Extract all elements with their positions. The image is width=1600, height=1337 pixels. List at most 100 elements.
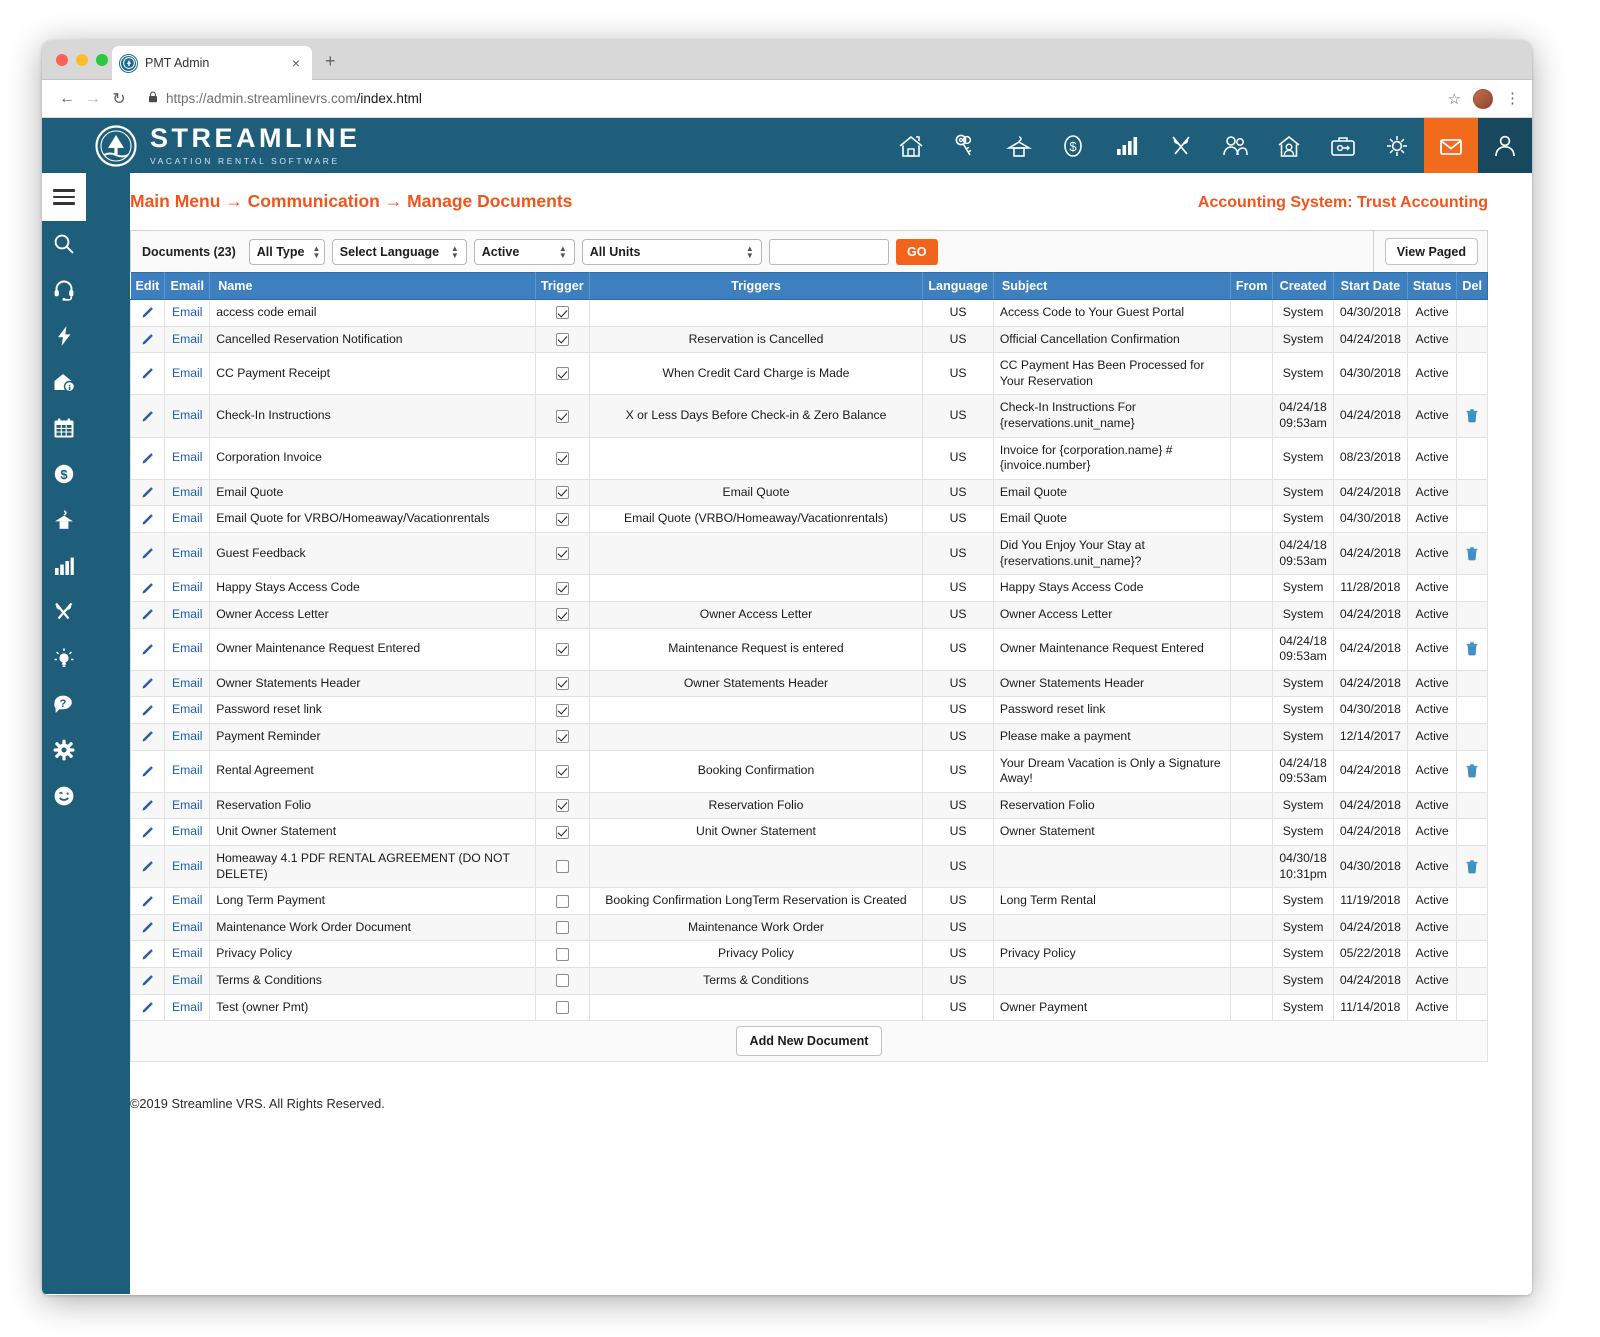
close-window-button[interactable] [56,54,68,66]
col-created[interactable]: Created [1273,273,1333,300]
col-email[interactable]: Email [165,273,210,300]
trigger-checkbox[interactable] [535,670,589,697]
email-link[interactable]: Email [165,479,210,506]
trigger-checkbox[interactable] [535,968,589,995]
col-name[interactable]: Name [210,273,536,300]
email-link[interactable]: Email [165,723,210,750]
topnav-home[interactable] [884,118,938,173]
pencil-icon[interactable] [131,300,165,327]
trigger-checkbox[interactable] [535,533,589,575]
delete-icon[interactable] [1457,395,1488,437]
pencil-icon[interactable] [131,941,165,968]
trigger-checkbox[interactable] [535,888,589,915]
sidebar-question-bubble-icon[interactable]: ? [42,681,86,727]
pencil-icon[interactable] [131,750,165,792]
address-bar[interactable]: https://admin.streamlinevrs.com/index.ht… [140,86,1440,112]
topnav-housekeeping[interactable] [992,118,1046,173]
email-link[interactable]: Email [165,697,210,724]
email-link[interactable]: Email [165,670,210,697]
email-link[interactable]: Email [165,888,210,915]
email-link[interactable]: Email [165,628,210,670]
topnav-owners[interactable] [1262,118,1316,173]
trigger-checkbox[interactable] [535,846,589,888]
view-paged-button[interactable]: View Paged [1385,238,1478,265]
delete-icon[interactable] [1457,750,1488,792]
email-link[interactable]: Email [165,506,210,533]
col-subject[interactable]: Subject [993,273,1230,300]
sidebar-dollar-icon[interactable]: $ [42,451,86,497]
delete-icon[interactable] [1457,628,1488,670]
topnav-accounting[interactable]: $ [1046,118,1100,173]
trigger-checkbox[interactable] [535,437,589,479]
trigger-checkbox[interactable] [535,300,589,327]
sidebar-search-icon[interactable] [42,221,86,267]
type-filter-select[interactable]: All Type ▲▼ [249,239,325,265]
trigger-checkbox[interactable] [535,941,589,968]
maximize-window-button[interactable] [96,54,108,66]
email-link[interactable]: Email [165,750,210,792]
email-link[interactable]: Email [165,994,210,1021]
topnav-reports[interactable] [1100,118,1154,173]
minimize-window-button[interactable] [76,54,88,66]
col-start-date[interactable]: Start Date [1333,273,1407,300]
sidebar-house-info-icon[interactable] [42,359,86,405]
add-new-document-button[interactable]: Add New Document [736,1026,883,1056]
email-link[interactable]: Email [165,941,210,968]
pencil-icon[interactable] [131,994,165,1021]
pencil-icon[interactable] [131,506,165,533]
pencil-icon[interactable] [131,697,165,724]
trigger-checkbox[interactable] [535,750,589,792]
sidebar-gear-icon[interactable] [42,727,86,773]
sidebar-smiley-icon[interactable] [42,773,86,819]
sidebar-lightning-icon[interactable] [42,313,86,359]
browser-menu-icon[interactable]: ⋮ [1505,91,1520,106]
sidebar-hanger-icon[interactable] [42,497,86,543]
bookmark-star-icon[interactable]: ☆ [1448,90,1461,108]
language-filter-select[interactable]: Select Language ▲▼ [332,239,467,265]
email-link[interactable]: Email [165,792,210,819]
delete-icon[interactable] [1457,533,1488,575]
topnav-maintenance[interactable] [1154,118,1208,173]
pencil-icon[interactable] [131,846,165,888]
pencil-icon[interactable] [131,353,165,395]
email-link[interactable]: Email [165,601,210,628]
pencil-icon[interactable] [131,792,165,819]
trigger-checkbox[interactable] [535,353,589,395]
sidebar-headset-icon[interactable] [42,267,86,313]
email-link[interactable]: Email [165,846,210,888]
col-triggers[interactable]: Triggers [589,273,923,300]
email-link[interactable]: Email [165,326,210,353]
email-link[interactable]: Email [165,300,210,327]
email-link[interactable]: Email [165,819,210,846]
trigger-checkbox[interactable] [535,575,589,602]
trigger-checkbox[interactable] [535,628,589,670]
pencil-icon[interactable] [131,670,165,697]
topnav-contacts[interactable] [1208,118,1262,173]
topnav-keys[interactable] [938,118,992,173]
email-link[interactable]: Email [165,914,210,941]
email-link[interactable]: Email [165,968,210,995]
pencil-icon[interactable] [131,479,165,506]
col-from[interactable]: From [1230,273,1272,300]
pencil-icon[interactable] [131,628,165,670]
sidebar-calendar-icon[interactable] [42,405,86,451]
pencil-icon[interactable] [131,533,165,575]
email-link[interactable]: Email [165,533,210,575]
pencil-icon[interactable] [131,437,165,479]
email-link[interactable]: Email [165,395,210,437]
trigger-checkbox[interactable] [535,994,589,1021]
hamburger-icon[interactable] [42,173,86,221]
pencil-icon[interactable] [131,914,165,941]
trigger-checkbox[interactable] [535,697,589,724]
trigger-checkbox[interactable] [535,326,589,353]
email-link[interactable]: Email [165,353,210,395]
col-edit[interactable]: Edit [131,273,165,300]
pencil-icon[interactable] [131,723,165,750]
units-filter-select[interactable]: All Units ▲▼ [582,239,762,265]
topnav-communication[interactable] [1424,118,1478,173]
topnav-workorders[interactable] [1316,118,1370,173]
trigger-checkbox[interactable] [535,723,589,750]
pencil-icon[interactable] [131,575,165,602]
trigger-checkbox[interactable] [535,506,589,533]
trigger-checkbox[interactable] [535,601,589,628]
